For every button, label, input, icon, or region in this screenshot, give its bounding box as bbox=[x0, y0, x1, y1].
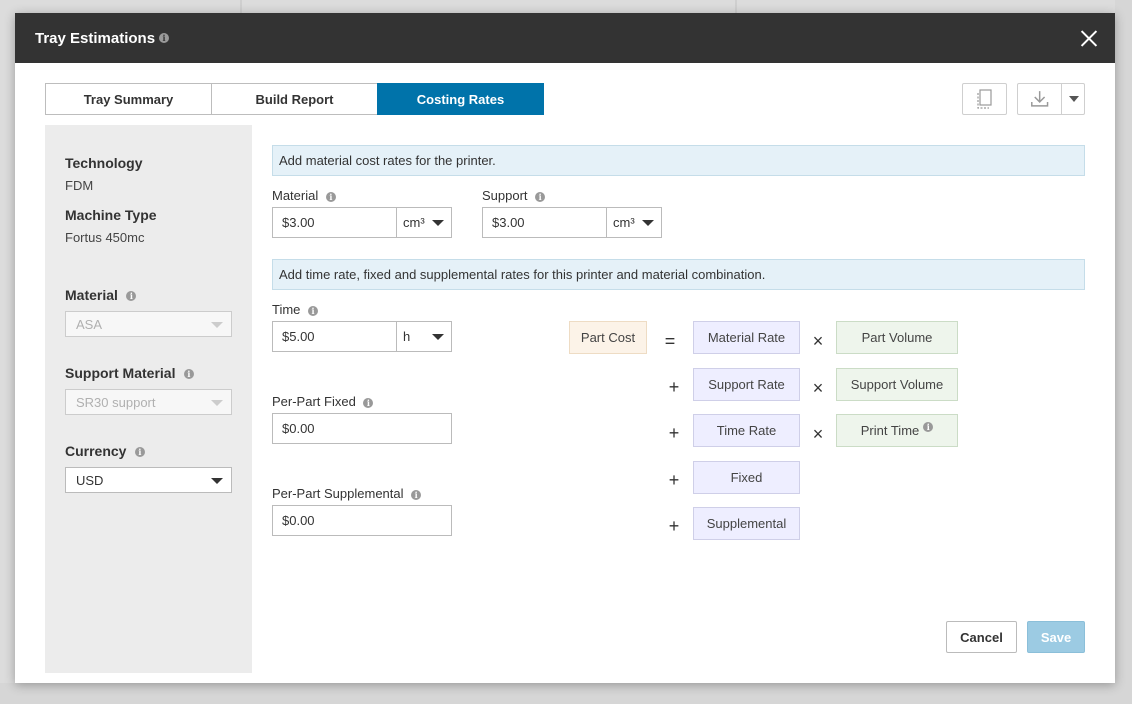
info-icon[interactable]: i bbox=[126, 290, 137, 301]
machine-type-label: Machine Type bbox=[65, 207, 157, 223]
support-rate-label: Support bbox=[482, 188, 528, 203]
download-button[interactable] bbox=[1017, 83, 1085, 115]
save-button[interactable]: Save bbox=[1027, 621, 1085, 653]
support-unit-value: cm³ bbox=[613, 215, 635, 230]
time-unit-select[interactable]: h bbox=[396, 322, 451, 351]
material-unit-select[interactable]: cm³ bbox=[396, 208, 451, 237]
material-label: Material bbox=[65, 287, 118, 303]
per-part-supplemental-label-group: Per-Part Supplemental i bbox=[272, 486, 422, 501]
plus-sign: + bbox=[668, 377, 680, 397]
time-rate-label-group: Time i bbox=[272, 302, 319, 317]
part-cost-chip: Part Cost bbox=[569, 321, 647, 354]
dialog-title: Tray Estimations bbox=[35, 29, 156, 47]
per-part-supplemental-input[interactable]: $0.00 bbox=[273, 506, 451, 535]
time-rate-input[interactable]: $5.00 bbox=[273, 322, 396, 351]
per-part-fixed-field: $0.00 bbox=[272, 413, 452, 444]
copy-icon bbox=[976, 89, 992, 109]
currency-label: Currency bbox=[65, 443, 127, 459]
support-rate-input[interactable]: $3.00 bbox=[483, 208, 606, 237]
material-select: ASA bbox=[65, 311, 232, 337]
info-icon[interactable]: i bbox=[159, 33, 170, 43]
chevron-down-icon bbox=[642, 220, 654, 226]
material-rate-label: Material bbox=[272, 188, 319, 203]
support-material-select-value: SR30 support bbox=[76, 394, 156, 410]
material-rate-input[interactable]: $3.00 bbox=[273, 208, 396, 237]
per-part-supplemental-field: $0.00 bbox=[272, 505, 452, 536]
fixed-chip: Fixed bbox=[693, 461, 800, 494]
time-rates-banner: Add time rate, fixed and supplemental ra… bbox=[272, 259, 1085, 290]
multiply-sign: × bbox=[812, 424, 824, 444]
support-material-group: Support Material i SR30 support bbox=[65, 365, 232, 415]
time-rate-field: $5.00 h bbox=[272, 321, 452, 352]
multiply-sign: × bbox=[812, 378, 824, 398]
technology-label: Technology bbox=[65, 155, 143, 171]
dialog-header: Tray Estimations i bbox=[15, 13, 1115, 63]
download-icon bbox=[1031, 91, 1049, 107]
support-rate-field: $3.00 cm³ bbox=[482, 207, 662, 238]
print-time-label: Print Time bbox=[860, 423, 920, 438]
support-material-select: SR30 support bbox=[65, 389, 232, 415]
chevron-down-icon bbox=[1069, 96, 1079, 102]
info-icon[interactable]: i bbox=[134, 446, 145, 457]
per-part-fixed-label-group: Per-Part Fixed i bbox=[272, 394, 374, 409]
chevron-down-icon bbox=[211, 322, 223, 328]
material-group: Material i ASA bbox=[65, 287, 232, 337]
per-part-fixed-input[interactable]: $0.00 bbox=[273, 414, 451, 443]
plus-sign: + bbox=[668, 516, 680, 536]
close-button[interactable] bbox=[1077, 26, 1101, 50]
equals-sign: = bbox=[664, 331, 676, 351]
machine-type-value: Fortus 450mc bbox=[65, 230, 145, 245]
support-unit-select[interactable]: cm³ bbox=[606, 208, 661, 237]
support-material-label: Support Material bbox=[65, 365, 176, 381]
currency-select[interactable]: USD bbox=[65, 467, 232, 493]
chevron-down-icon bbox=[432, 220, 444, 226]
material-unit-value: cm³ bbox=[403, 215, 425, 230]
plus-sign: + bbox=[668, 470, 680, 490]
time-rate-chip: Time Rate bbox=[693, 414, 800, 447]
multiply-sign: × bbox=[812, 331, 824, 351]
support-volume-chip: Support Volume bbox=[836, 368, 958, 401]
tray-estimations-dialog: Tray Estimations i Tray Summary Build Re… bbox=[15, 13, 1115, 683]
time-rate-label: Time bbox=[272, 302, 301, 317]
tab-bar: Tray Summary Build Report Costing Rates bbox=[45, 83, 544, 115]
part-volume-chip: Part Volume bbox=[836, 321, 958, 354]
material-rate-label-group: Material i bbox=[272, 188, 336, 203]
per-part-supplemental-label: Per-Part Supplemental bbox=[272, 486, 404, 501]
info-icon[interactable]: i bbox=[308, 305, 319, 316]
time-unit-value: h bbox=[403, 329, 411, 344]
info-icon[interactable]: i bbox=[411, 489, 422, 500]
info-icon[interactable]: i bbox=[535, 191, 546, 202]
chevron-down-icon bbox=[211, 400, 223, 406]
tab-build-report[interactable]: Build Report bbox=[211, 83, 378, 115]
currency-select-value: USD bbox=[76, 472, 104, 488]
download-dropdown[interactable] bbox=[1062, 84, 1084, 114]
per-part-fixed-label: Per-Part Fixed bbox=[272, 394, 356, 409]
currency-group: Currency i USD bbox=[65, 443, 232, 493]
info-icon[interactable]: i bbox=[923, 421, 934, 432]
plus-sign: + bbox=[668, 423, 680, 443]
cancel-button[interactable]: Cancel bbox=[946, 621, 1017, 653]
copy-button[interactable] bbox=[962, 83, 1007, 115]
info-icon[interactable]: i bbox=[183, 368, 194, 379]
support-rate-chip: Support Rate bbox=[693, 368, 800, 401]
material-rate-field: $3.00 cm³ bbox=[272, 207, 452, 238]
material-rate-chip: Material Rate bbox=[693, 321, 800, 354]
support-rate-label-group: Support i bbox=[482, 188, 546, 203]
tab-costing-rates[interactable]: Costing Rates bbox=[377, 83, 544, 115]
info-icon[interactable]: i bbox=[325, 191, 336, 202]
supplemental-chip: Supplemental bbox=[693, 507, 800, 540]
technology-value: FDM bbox=[65, 178, 94, 193]
printer-info-panel: Technology FDM Machine Type Fortus 450mc… bbox=[45, 125, 252, 673]
print-time-chip: Print Time i bbox=[836, 414, 958, 447]
info-icon[interactable]: i bbox=[363, 397, 374, 408]
material-select-value: ASA bbox=[76, 316, 103, 332]
chevron-down-icon bbox=[432, 334, 444, 340]
material-rates-banner: Add material cost rates for the printer. bbox=[272, 145, 1085, 176]
chevron-down-icon bbox=[211, 478, 223, 484]
tab-tray-summary[interactable]: Tray Summary bbox=[45, 83, 212, 115]
